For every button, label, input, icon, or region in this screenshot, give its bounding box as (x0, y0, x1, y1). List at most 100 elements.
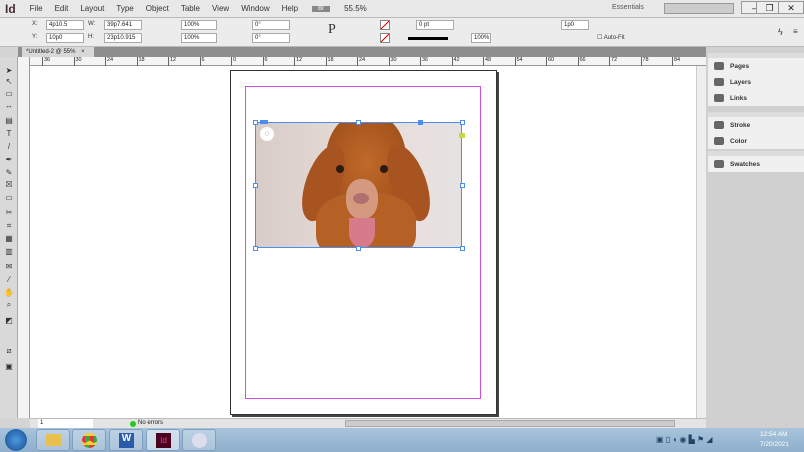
fill-stroke-icon[interactable]: ◩ (4, 317, 14, 325)
tab-title: *Untitled-2 @ 55% (26, 49, 76, 55)
horizontal-scrollbar[interactable] (345, 420, 675, 427)
gap-field[interactable]: 1p0 (561, 20, 589, 30)
preflight-status[interactable]: No errors (138, 419, 163, 428)
panel-layers[interactable]: Layers (708, 74, 804, 90)
scale-y-field[interactable]: 100% (181, 33, 217, 43)
handle-top[interactable] (356, 120, 361, 125)
ruler-tick-label: 36 (42, 57, 50, 66)
rectangle-frame-tool-icon[interactable]: ☒ (4, 181, 14, 189)
rectangle-tool-icon[interactable]: ▭ (4, 194, 14, 202)
screen-mode-icon[interactable]: ▣ (4, 363, 14, 371)
handle-bottom[interactable] (356, 246, 361, 251)
lightning-icon[interactable]: ϟ (778, 27, 783, 37)
fill-none-icon[interactable] (380, 20, 390, 30)
menu-table[interactable]: Table (175, 4, 206, 13)
handle-top-left[interactable] (253, 120, 258, 125)
shear-field[interactable]: 0° (252, 33, 290, 43)
out-port-icon[interactable] (459, 133, 465, 138)
tab-close-icon[interactable]: × (81, 49, 85, 55)
menu-type[interactable]: Type (110, 4, 139, 13)
stroke-type-dropdown[interactable] (408, 37, 448, 40)
panel-stroke[interactable]: Stroke (708, 117, 804, 133)
scale-x-field[interactable]: 100% (181, 20, 217, 30)
taskbar: W Id ▣ ▯ ◖ ◉ ▙ ⚑ ◢ 12:54 AM 7/20/2021 (0, 428, 804, 452)
menu-file[interactable]: File (24, 4, 49, 13)
close-button[interactable]: ✕ (778, 1, 804, 14)
menu-layout[interactable]: Layout (74, 4, 110, 13)
search-input[interactable] (664, 3, 734, 14)
taskbar-chrome[interactable] (72, 429, 106, 451)
menu-edit[interactable]: Edit (49, 4, 75, 13)
y-field[interactable]: 10p0 (46, 33, 84, 43)
selection-tool-icon[interactable]: ➤ (4, 67, 14, 75)
line-tool-icon[interactable]: / (4, 143, 14, 151)
pages-icon (714, 62, 724, 70)
direct-selection-tool-icon[interactable]: ↖ (4, 78, 14, 86)
document-tab[interactable]: *Untitled-2 @ 55% × (22, 47, 94, 57)
vertical-scrollbar[interactable] (696, 66, 706, 418)
content-grabber-icon[interactable]: ◌ (260, 127, 274, 141)
gradient-tool-icon[interactable]: ▦ (4, 235, 14, 243)
menu-window[interactable]: Window (235, 4, 275, 13)
frame-edge-handle[interactable] (260, 120, 268, 124)
handle-left[interactable] (253, 183, 258, 188)
taskbar-explorer[interactable] (36, 429, 70, 451)
zoom-level-dropdown[interactable]: 55.5% (338, 4, 373, 13)
clock-date[interactable]: 7/20/2021 (760, 441, 789, 448)
content-collector-icon[interactable]: ▤ (4, 117, 14, 125)
opacity-field[interactable]: 100% (471, 33, 491, 43)
type-tool-icon[interactable]: T (4, 130, 14, 138)
handle-bottom-left[interactable] (253, 246, 258, 251)
image-frame[interactable]: ◌ (255, 122, 462, 248)
start-button[interactable] (5, 429, 27, 451)
free-transform-tool-icon[interactable]: ⌗ (4, 222, 14, 230)
h-label: H: (88, 34, 94, 40)
bridge-button[interactable]: Br (312, 5, 331, 12)
x-field[interactable]: 4p10.5 (46, 20, 84, 30)
pencil-tool-icon[interactable]: ✎ (4, 169, 14, 177)
height-field[interactable]: 23p10.915 (104, 33, 142, 43)
gradient-feather-icon[interactable]: ▥ (4, 248, 14, 256)
panel-color[interactable]: Color (708, 133, 804, 149)
workspace-switcher[interactable]: Essentials (612, 4, 644, 11)
panel-menu-icon[interactable]: ≡ (793, 27, 798, 36)
page-number-field[interactable]: 1 (38, 419, 93, 428)
panel-group-stroke: Stroke Color (708, 112, 804, 149)
stroke-weight-field[interactable]: 0 pt (416, 20, 454, 30)
page-tool-icon[interactable]: ▭ (4, 90, 14, 98)
ruler-tick-label: 78 (640, 57, 649, 66)
taskbar-word[interactable]: W (109, 429, 143, 451)
auto-fit-checkbox[interactable]: ☐ Auto-Fit (597, 34, 625, 41)
system-tray-icons[interactable]: ▣ ▯ ◖ ◉ ▙ ⚑ ◢ (656, 435, 713, 444)
status-bar: 1 No errors (30, 418, 706, 428)
clock-time[interactable]: 12:54 AM (760, 431, 787, 438)
note-tool-icon[interactable]: ✉ (4, 263, 14, 271)
ruler-tick-label: 42 (451, 57, 460, 66)
menu-object[interactable]: Object (140, 4, 175, 13)
stroke-none-icon[interactable] (380, 33, 390, 43)
rotate-field[interactable]: 0° (252, 20, 290, 30)
pen-tool-icon[interactable]: ✒ (4, 156, 14, 164)
panel-swatches[interactable]: Swatches (708, 156, 804, 172)
panel-links[interactable]: Links (708, 90, 804, 106)
scissors-tool-icon[interactable]: ✂ (4, 209, 14, 217)
ruler-tick-label: 36 (420, 57, 428, 66)
eyedropper-tool-icon[interactable]: ⁄ (4, 276, 14, 284)
menu-help[interactable]: Help (276, 4, 304, 13)
zoom-tool-icon[interactable]: ⌕ (4, 301, 14, 309)
gap-tool-icon[interactable]: ↔ (4, 102, 14, 110)
menu-view[interactable]: View (206, 4, 235, 13)
ruler-tick-label: 84 (672, 57, 680, 66)
taskbar-indesign[interactable]: Id (146, 429, 180, 451)
corner-options-handle[interactable] (418, 120, 423, 125)
apply-none-icon[interactable]: ⧄ (4, 347, 14, 355)
handle-top-right[interactable] (460, 120, 465, 125)
paragraph-icon[interactable]: P (328, 22, 336, 38)
horizontal-ruler: 36 30 24 18 12 6 0 6 12 18 24 30 36 42 48 54 60 66 72 78 84 (30, 57, 706, 66)
taskbar-paint[interactable] (182, 429, 216, 451)
handle-bottom-right[interactable] (460, 246, 465, 251)
panel-pages[interactable]: Pages (708, 58, 804, 74)
width-field[interactable]: 39p7.641 (104, 20, 142, 30)
hand-tool-icon[interactable]: ✋ (4, 289, 14, 297)
handle-right[interactable] (460, 183, 465, 188)
